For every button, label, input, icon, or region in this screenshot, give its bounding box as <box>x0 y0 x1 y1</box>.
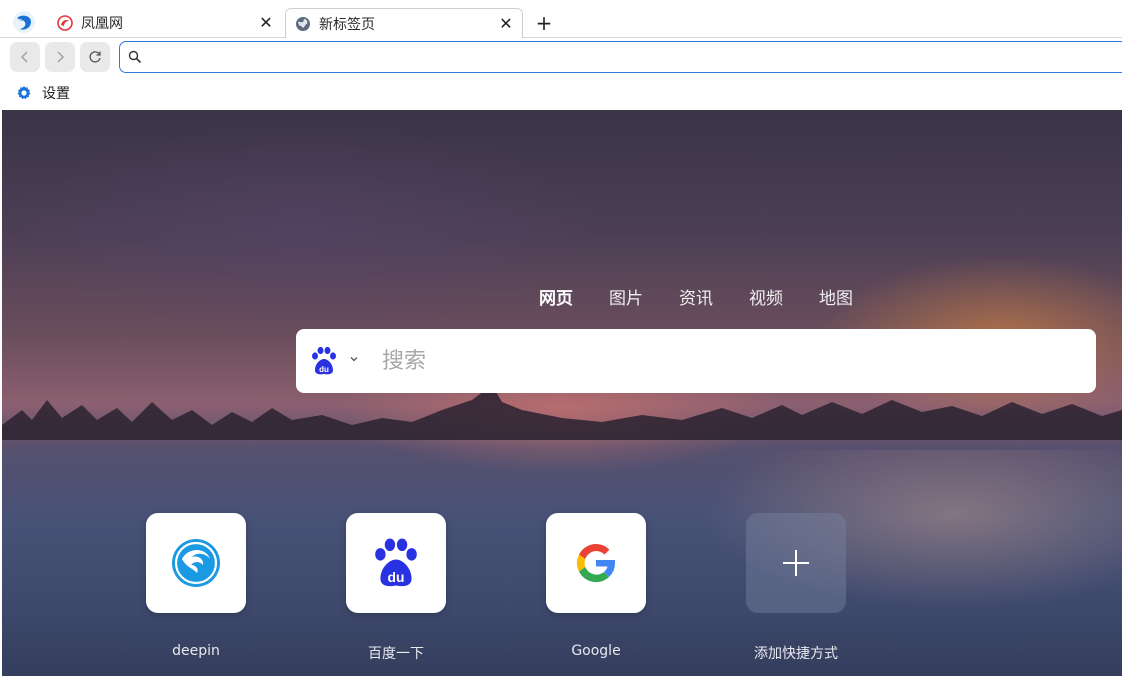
shortcut-label: Google <box>571 643 621 659</box>
address-bar[interactable] <box>119 41 1122 73</box>
shortcut-google[interactable]: Google <box>516 513 676 659</box>
new-tab-button[interactable]: + <box>533 12 555 34</box>
bookmark-label: 设置 <box>42 86 70 102</box>
add-shortcut-button[interactable] <box>746 513 846 613</box>
new-tab-page: 网页 图片 资讯 视频 地图 du deepin <box>2 110 1122 676</box>
tab-ifeng[interactable]: 凤凰网 ✕ <box>48 8 282 38</box>
globe-icon <box>296 16 310 31</box>
shortcut-label: deepin <box>172 643 220 659</box>
shortcut-tile[interactable] <box>546 513 646 613</box>
ifeng-icon <box>57 15 73 31</box>
shortcut-tile[interactable] <box>146 513 246 613</box>
svg-text:du: du <box>319 365 329 374</box>
shortcut-deepin[interactable]: deepin <box>116 513 276 659</box>
close-tab-button[interactable]: ✕ <box>256 13 276 33</box>
shortcut-baidu[interactable]: du 百度一下 <box>316 513 476 663</box>
gear-icon <box>17 86 31 100</box>
search-box[interactable]: du <box>296 329 1096 393</box>
tab-new-tab[interactable]: 新标签页 ✕ <box>285 8 523 38</box>
back-button[interactable] <box>10 42 40 72</box>
reload-icon <box>89 51 101 63</box>
toolbar <box>0 38 1122 76</box>
search-tab-video[interactable]: 视频 <box>749 284 783 309</box>
search-tab-news[interactable]: 资讯 <box>679 284 713 309</box>
chevron-down-icon[interactable] <box>348 353 360 365</box>
google-icon <box>576 544 616 583</box>
deepin-icon <box>172 539 220 587</box>
bookmark-settings[interactable]: 设置 <box>16 82 70 104</box>
baidu-icon[interactable]: du <box>310 346 338 376</box>
plus-icon <box>783 550 809 576</box>
tab-title: 新标签页 <box>319 16 375 33</box>
search-tab-images[interactable]: 图片 <box>609 284 643 309</box>
bookmarks-bar: 设置 <box>0 76 1122 110</box>
shortcut-label: 百度一下 <box>368 646 424 662</box>
tab-title: 凤凰网 <box>81 16 123 32</box>
chevron-right-icon <box>57 51 64 63</box>
shortcut-tile[interactable]: du <box>346 513 446 613</box>
browser-logo-icon[interactable] <box>12 10 36 34</box>
tab-strip: 凤凰网 ✕ 新标签页 ✕ + <box>0 0 1122 38</box>
search-tab-map[interactable]: 地图 <box>819 284 853 309</box>
shortcut-add[interactable]: 添加快捷方式 <box>716 513 876 663</box>
reload-button[interactable] <box>80 42 110 72</box>
shortcut-label: 添加快捷方式 <box>754 646 838 662</box>
svg-text:du: du <box>388 569 405 585</box>
search-category-tabs: 网页 图片 资讯 视频 地图 <box>539 284 889 309</box>
forward-button[interactable] <box>45 42 75 72</box>
baidu-icon: du <box>375 538 417 587</box>
search-icon <box>128 50 142 64</box>
chevron-left-icon <box>21 51 28 63</box>
close-tab-button[interactable]: ✕ <box>496 14 516 34</box>
search-input[interactable] <box>382 345 1072 377</box>
address-input[interactable] <box>150 46 1090 68</box>
search-tab-web[interactable]: 网页 <box>539 284 573 309</box>
